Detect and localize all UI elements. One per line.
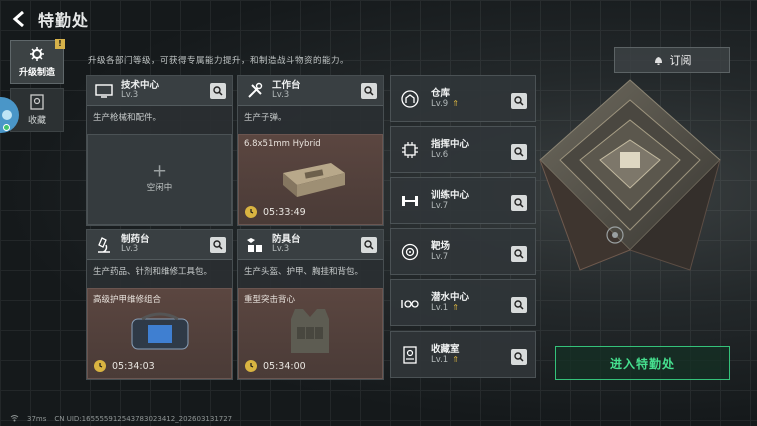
computer-icon bbox=[93, 80, 115, 102]
warehouse-icon bbox=[399, 88, 421, 110]
microscope-icon bbox=[93, 234, 115, 256]
search-icon[interactable] bbox=[210, 83, 226, 99]
item-name: 6.8x51mm Hybrid bbox=[244, 139, 321, 149]
target-icon bbox=[399, 241, 421, 263]
diving-mask-icon bbox=[399, 292, 421, 314]
assistant-icon bbox=[2, 110, 12, 120]
header: 特勤处 bbox=[0, 0, 757, 38]
room-level: Lv.7 bbox=[431, 252, 449, 263]
craft-timer: 05:34:00 bbox=[245, 360, 306, 372]
room-name: 训练中心 bbox=[431, 189, 470, 201]
back-button[interactable] bbox=[10, 10, 28, 28]
upgrade-gear-icon bbox=[30, 47, 44, 61]
sidebar-item-upgrade[interactable]: 升级制造 ! bbox=[10, 39, 65, 84]
timer-icon bbox=[245, 206, 257, 218]
item-name: 高级护甲维修组合 bbox=[93, 295, 162, 305]
room-level: Lv.9 bbox=[431, 99, 449, 110]
search-icon[interactable] bbox=[361, 83, 377, 99]
dumbbell-icon bbox=[399, 190, 421, 212]
card-level: Lv.3 bbox=[272, 244, 290, 255]
bell-icon bbox=[654, 56, 662, 65]
page-description: 升级各部门等级，可获得专属能力提升，和制造战斗物资的能力。 bbox=[88, 56, 350, 66]
tools-icon bbox=[244, 80, 266, 102]
timer-value: 05:34:03 bbox=[112, 360, 155, 372]
craft-timer: 05:33:49 bbox=[245, 206, 306, 218]
room-level: Lv.6 bbox=[431, 150, 449, 161]
pharmacy-card[interactable]: 制药台 Lv.3 生产药品、针剂和维修工具包。 高级护甲维修组合 05:34:0… bbox=[86, 229, 233, 380]
card-description: 生产头盔、护甲、胸挂和背包。 bbox=[244, 267, 364, 277]
workbench-card[interactable]: 工作台 Lv.3 生产子弹。 6.8x51mm Hybrid 05:33:49 bbox=[237, 75, 384, 226]
room-row-collection-room[interactable]: 收藏室 Lv.1 ⇑ bbox=[390, 331, 536, 378]
card-level: Lv.3 bbox=[272, 90, 290, 101]
search-icon[interactable] bbox=[361, 237, 377, 253]
uid-text: CN UID:165555912543783023412_20260313172… bbox=[54, 415, 233, 423]
timer-icon bbox=[245, 360, 257, 372]
card-description: 生产子弹。 bbox=[244, 113, 287, 123]
craft-timer: 05:34:03 bbox=[94, 360, 155, 372]
room-name: 靶场 bbox=[431, 240, 451, 252]
sidebar: 升级制造 ! 收藏 bbox=[10, 39, 65, 136]
production-slot[interactable]: 重型突击背心 05:34:00 bbox=[238, 288, 383, 379]
tech-center-card[interactable]: 技术中心 Lv.3 生产枪械和配件。 + 空闲中 bbox=[86, 75, 233, 226]
facility-cube-art bbox=[539, 79, 721, 271]
slot-status: 空闲中 bbox=[146, 182, 173, 193]
card-level: Lv.3 bbox=[121, 90, 139, 101]
card-description: 生产枪械和配件。 bbox=[93, 113, 162, 123]
page-title: 特勤处 bbox=[38, 11, 90, 30]
timer-icon bbox=[94, 360, 106, 372]
back-arrow-icon bbox=[12, 11, 24, 27]
upgrade-arrow-icon: ⇑ bbox=[452, 99, 459, 109]
upgrade-arrow-icon: ⇑ bbox=[452, 303, 459, 313]
room-level: Lv.1 bbox=[431, 303, 449, 314]
room-name: 指挥中心 bbox=[431, 138, 470, 150]
sidebar-item-label: 升级制造 bbox=[18, 68, 55, 78]
room-row-command-center[interactable]: 指挥中心 Lv.6 bbox=[390, 126, 536, 173]
collection-icon bbox=[30, 94, 44, 110]
upgrade-arrow-icon: ⇑ bbox=[452, 355, 459, 365]
sidebar-item-label: 收藏 bbox=[27, 116, 46, 126]
card-level: Lv.3 bbox=[121, 244, 139, 255]
room-level: Lv.1 bbox=[431, 355, 449, 366]
room-name: 收藏室 bbox=[431, 343, 460, 355]
wifi-icon bbox=[10, 414, 19, 424]
room-row-warehouse[interactable]: 仓库 Lv.9 ⇑ bbox=[390, 75, 536, 122]
search-icon[interactable] bbox=[511, 349, 527, 365]
timer-value: 05:33:49 bbox=[263, 206, 306, 218]
room-name: 仓库 bbox=[431, 87, 451, 99]
ping-value: 37ms bbox=[27, 415, 47, 423]
online-dot bbox=[3, 124, 10, 131]
room-row-diving-center[interactable]: 潜水中心 Lv.1 ⇑ bbox=[390, 279, 536, 326]
subscribe-label: 订阅 bbox=[669, 54, 692, 67]
armor-parts-icon bbox=[244, 234, 266, 256]
production-slot[interactable]: 6.8x51mm Hybrid 05:33:49 bbox=[238, 134, 383, 225]
tactical-vest-icon bbox=[291, 309, 329, 353]
enter-facility-button[interactable]: 进入特勤处 bbox=[555, 346, 730, 380]
card-description: 生产药品、针剂和维修工具包。 bbox=[93, 267, 213, 277]
chip-icon bbox=[399, 139, 421, 161]
repair-kit-bag-icon bbox=[131, 312, 189, 350]
armor-bench-card[interactable]: 防具台 Lv.3 生产头盔、护甲、胸挂和背包。 重型突击背心 05:34:00 bbox=[237, 229, 384, 380]
notification-badge: ! bbox=[55, 39, 65, 49]
room-row-shooting-range[interactable]: 靶场 Lv.7 bbox=[390, 228, 536, 275]
production-slot[interactable]: 高级护甲维修组合 05:34:03 bbox=[87, 288, 232, 379]
room-row-training-center[interactable]: 训练中心 Lv.7 bbox=[390, 177, 536, 224]
room-level: Lv.7 bbox=[431, 201, 449, 212]
plus-icon: + bbox=[151, 160, 168, 182]
production-slot-empty[interactable]: + 空闲中 bbox=[87, 134, 232, 225]
room-name: 潜水中心 bbox=[431, 291, 470, 303]
display-case-icon bbox=[399, 344, 421, 366]
status-footer: 37ms CN UID:165555912543783023412_202603… bbox=[10, 414, 240, 424]
timer-value: 05:34:00 bbox=[263, 360, 306, 372]
search-icon[interactable] bbox=[210, 237, 226, 253]
ammo-box-icon bbox=[283, 163, 345, 197]
